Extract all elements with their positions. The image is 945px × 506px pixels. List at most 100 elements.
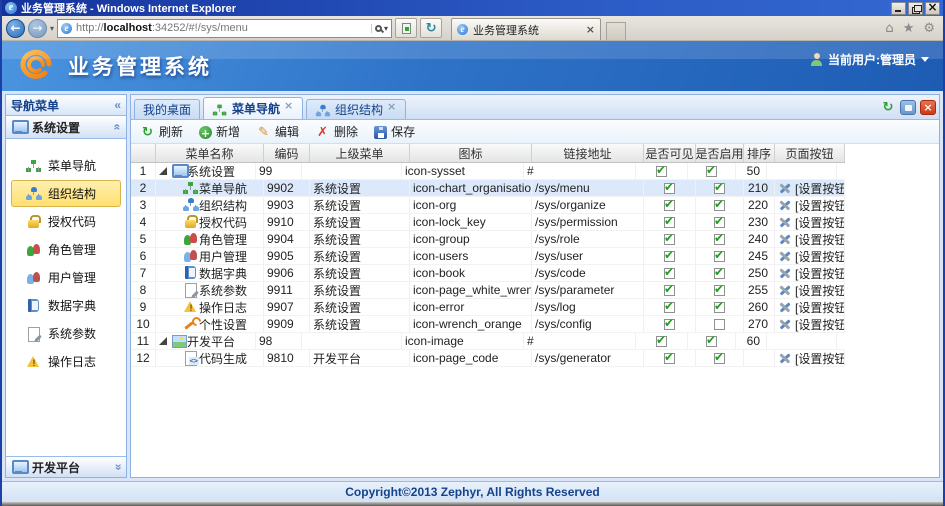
table-row[interactable]: 9 操作日志 9907 系统设置 icon-error /sys/log 260… xyxy=(131,299,845,316)
table-row[interactable]: 7 数据字典 9906 系统设置 icon-book /sys/code 250… xyxy=(131,265,845,282)
search-icon[interactable] xyxy=(375,25,382,32)
column-header[interactable]: 页面按钮 xyxy=(775,144,845,162)
enabled-checkbox[interactable] xyxy=(706,336,717,347)
enabled-checkbox[interactable] xyxy=(714,285,725,296)
sidebar-item[interactable]: 授权代码 xyxy=(11,208,121,235)
column-header[interactable] xyxy=(131,144,156,162)
table-row[interactable]: 4 授权代码 9910 系统设置 icon-lock_key /sys/perm… xyxy=(131,214,845,231)
settings-tools-icon[interactable] xyxy=(778,284,792,297)
visible-checkbox[interactable] xyxy=(664,285,675,296)
table-row[interactable]: 10 个性设置 9909 系统设置 icon-wrench_orange /sy… xyxy=(131,316,845,333)
panel-maximize-icon[interactable] xyxy=(900,100,916,115)
sidebar-item[interactable]: 操作日志 xyxy=(11,348,121,375)
url-text[interactable]: http://localhost:34252/#!/sys/menu xyxy=(76,22,367,34)
column-header[interactable]: 菜单名称 xyxy=(156,144,264,162)
tree-expand-icon[interactable] xyxy=(159,167,167,175)
browser-tab[interactable]: e 业务管理系统 × xyxy=(451,18,601,40)
nav-history-dropdown-icon[interactable]: ▾ xyxy=(50,24,54,33)
back-icon[interactable]: ← xyxy=(6,19,25,38)
new-tab-button[interactable] xyxy=(606,22,626,40)
enabled-checkbox[interactable] xyxy=(714,302,725,313)
settings-button-label[interactable]: [设置按钮] xyxy=(795,197,845,213)
content-tab[interactable]: 组织结构 xyxy=(306,99,406,119)
enabled-checkbox[interactable] xyxy=(714,319,725,330)
settings-button-label[interactable]: [设置按钮] xyxy=(795,248,845,264)
enabled-checkbox[interactable] xyxy=(714,268,725,279)
enabled-checkbox[interactable] xyxy=(714,353,725,364)
settings-button-label[interactable]: [设置按钮] xyxy=(795,282,845,298)
table-row[interactable]: 8 系统参数 9911 系统设置 icon-page_white_wrench … xyxy=(131,282,845,299)
table-row[interactable]: 3 组织结构 9903 系统设置 icon-org /sys/organize … xyxy=(131,197,845,214)
enabled-checkbox[interactable] xyxy=(706,166,717,177)
visible-checkbox[interactable] xyxy=(656,166,667,177)
content-tab[interactable]: 菜单导航 xyxy=(203,97,303,119)
visible-checkbox[interactable] xyxy=(664,183,675,194)
search-dropdown-icon[interactable]: ▾ xyxy=(384,24,388,33)
settings-tools-icon[interactable] xyxy=(778,233,792,246)
visible-checkbox[interactable] xyxy=(664,319,675,330)
column-header[interactable]: 上级菜单 xyxy=(310,144,410,162)
settings-tools-icon[interactable] xyxy=(778,352,792,365)
visible-checkbox[interactable] xyxy=(664,353,675,364)
toolbar-button[interactable]: 删除 xyxy=(315,123,358,140)
accordion-system-settings[interactable]: 系统设置 « xyxy=(6,116,126,139)
sidebar-item[interactable]: 菜单导航 xyxy=(11,152,121,179)
settings-gear-icon[interactable]: ⚙ xyxy=(923,21,935,36)
visible-checkbox[interactable] xyxy=(664,251,675,262)
settings-button-label[interactable]: [设置按钮] xyxy=(795,265,845,281)
sidebar-item[interactable]: 角色管理 xyxy=(11,236,121,263)
column-header[interactable]: 图标 xyxy=(410,144,532,162)
sidebar-item[interactable]: 用户管理 xyxy=(11,264,121,291)
close-icon[interactable] xyxy=(925,2,940,15)
content-tab-close-icon[interactable] xyxy=(284,104,294,114)
toolbar-button[interactable]: 新增 xyxy=(199,123,240,140)
panel-close-icon[interactable]: × xyxy=(920,100,936,115)
settings-tools-icon[interactable] xyxy=(778,182,792,195)
settings-button-label[interactable]: [设置按钮] xyxy=(795,316,845,332)
expand-down-icon[interactable]: « xyxy=(111,464,125,471)
current-user-menu[interactable]: 当前用户:管理员 xyxy=(810,51,929,68)
settings-tools-icon[interactable] xyxy=(778,250,792,263)
enabled-checkbox[interactable] xyxy=(714,217,725,228)
visible-checkbox[interactable] xyxy=(664,217,675,228)
settings-tools-icon[interactable] xyxy=(778,318,792,331)
enabled-checkbox[interactable] xyxy=(714,200,725,211)
settings-tools-icon[interactable] xyxy=(778,199,792,212)
settings-button-label[interactable]: [设置按钮] xyxy=(795,214,845,230)
column-header[interactable]: 编码 xyxy=(264,144,310,162)
toolbar-button[interactable]: 刷新 xyxy=(140,123,183,140)
visible-checkbox[interactable] xyxy=(664,302,675,313)
column-header[interactable]: 是否可见 xyxy=(644,144,696,162)
sidebar-collapse-icon[interactable]: « xyxy=(114,98,121,112)
address-bar[interactable]: e http://localhost:34252/#!/sys/menu ▾ xyxy=(57,19,392,38)
settings-button-label[interactable]: [设置按钮] xyxy=(795,231,845,247)
table-row[interactable]: 5 角色管理 9904 系统设置 icon-group /sys/role 24… xyxy=(131,231,845,248)
table-row[interactable]: 11 开发平台 98 icon-image # 60 xyxy=(131,333,845,350)
refresh-button[interactable]: ↻ xyxy=(420,18,442,38)
table-row[interactable]: 1 系统设置 99 icon-sysset # 50 xyxy=(131,163,845,180)
content-tab-close-icon[interactable] xyxy=(387,105,397,115)
sidebar-item[interactable]: 系统参数 xyxy=(11,320,121,347)
visible-checkbox[interactable] xyxy=(664,268,675,279)
visible-checkbox[interactable] xyxy=(664,200,675,211)
table-row[interactable]: 6 用户管理 9905 系统设置 icon-users /sys/user 24… xyxy=(131,248,845,265)
sidebar-item[interactable]: 数据字典 xyxy=(11,292,121,319)
collapse-up-icon[interactable]: « xyxy=(111,124,125,131)
tab-close-icon[interactable]: × xyxy=(586,24,595,35)
forward-icon[interactable]: → xyxy=(28,19,47,38)
minimize-icon[interactable] xyxy=(891,2,906,15)
visible-checkbox[interactable] xyxy=(664,234,675,245)
panel-refresh-icon[interactable]: ↻ xyxy=(880,100,896,115)
table-row[interactable]: 2 菜单导航 9902 系统设置 icon-chart_organisation… xyxy=(131,180,845,197)
address-search[interactable]: ▾ xyxy=(371,24,388,33)
toolbar-button[interactable]: 编辑 xyxy=(256,123,299,140)
restore-icon[interactable] xyxy=(908,2,923,15)
column-header[interactable]: 链接地址 xyxy=(532,144,644,162)
settings-tools-icon[interactable] xyxy=(778,216,792,229)
enabled-checkbox[interactable] xyxy=(714,234,725,245)
compatibility-view-button[interactable] xyxy=(395,18,417,38)
settings-tools-icon[interactable] xyxy=(778,301,792,314)
column-header[interactable]: 是否启用 xyxy=(696,144,744,162)
enabled-checkbox[interactable] xyxy=(714,183,725,194)
content-tab[interactable]: 我的桌面 xyxy=(134,99,200,119)
